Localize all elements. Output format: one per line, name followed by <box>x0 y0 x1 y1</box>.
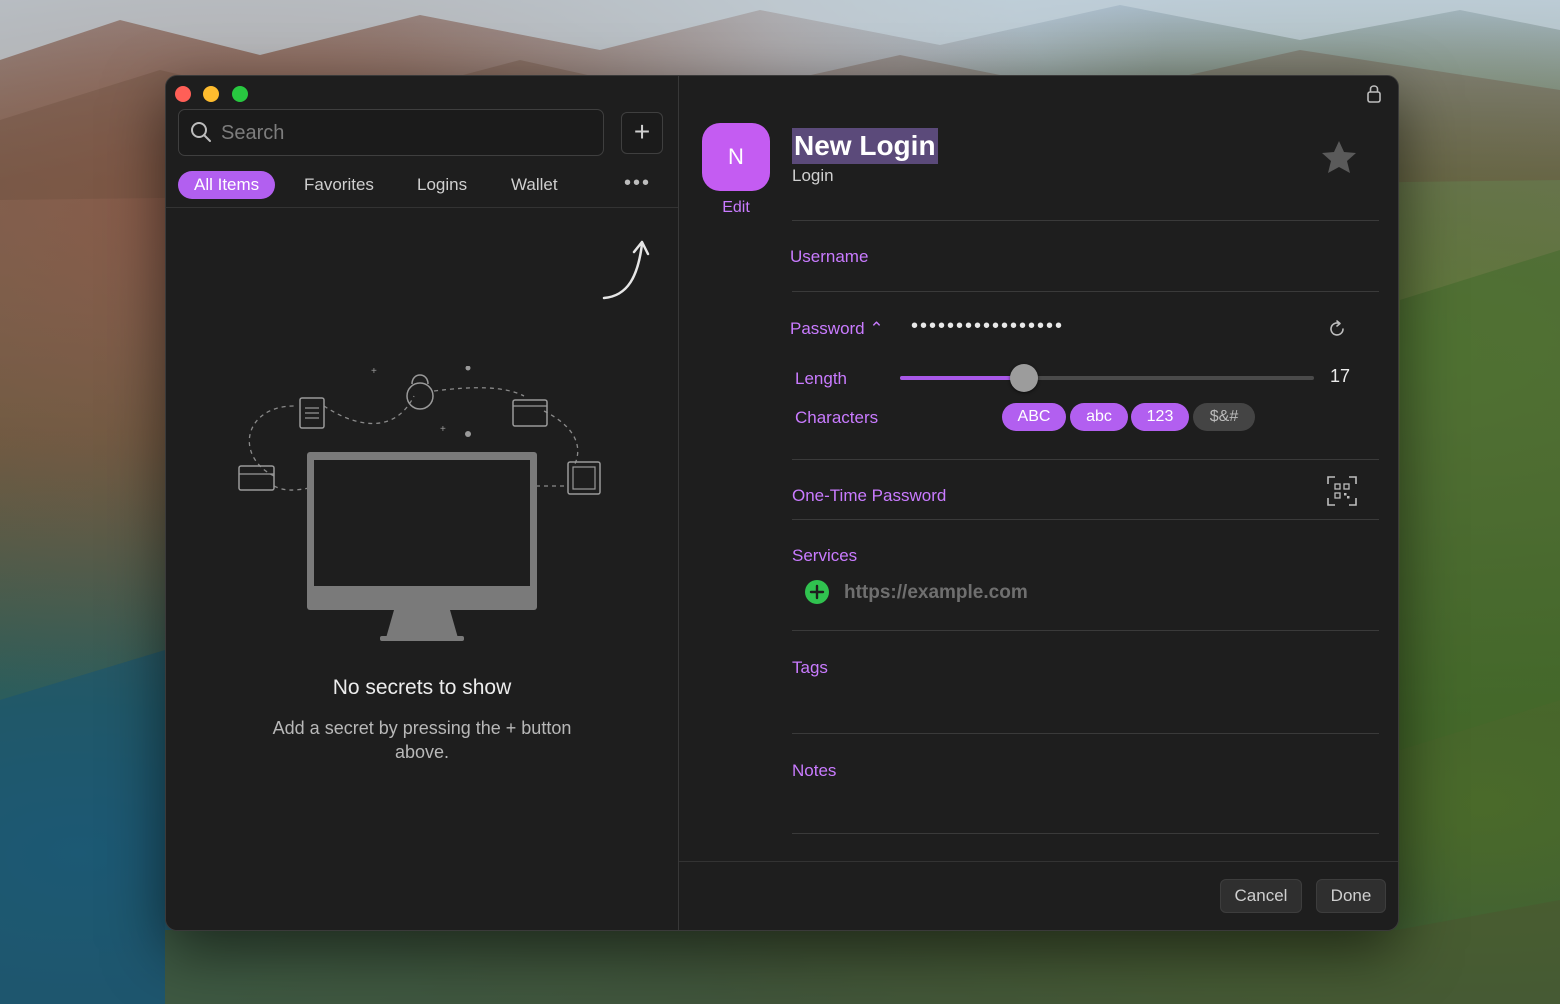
tab-favorites[interactable]: Favorites <box>304 171 374 199</box>
notes-field-label[interactable]: Notes <box>792 761 836 781</box>
charset-symbols-toggle[interactable]: $&# <box>1193 403 1255 431</box>
password-type-selector[interactable]: Password ⌃ <box>790 319 884 339</box>
divider <box>792 733 1379 734</box>
close-window-button[interactable] <box>175 86 191 102</box>
charset-digits-toggle[interactable]: 123 <box>1131 403 1189 431</box>
minimize-window-button[interactable] <box>203 86 219 102</box>
empty-state-subtitle: Add a secret by pressing the + button ab… <box>272 718 572 762</box>
services-field-label: Services <box>792 546 858 565</box>
divider <box>792 459 1379 460</box>
password-value[interactable]: ••••••••••••••••• <box>911 315 1064 338</box>
divider <box>166 207 678 208</box>
lock-icon[interactable] <box>1366 84 1382 104</box>
length-value: 17 <box>1330 366 1351 386</box>
tab-logins[interactable]: Logins <box>417 171 467 199</box>
item-editor: N Edit New Login Login Username Password… <box>679 76 1398 930</box>
sidebar: + All Items Favorites Logins Wallet ••• <box>166 76 679 930</box>
item-title-input[interactable]: New Login <box>792 128 938 164</box>
characters-label: Characters <box>795 408 879 427</box>
svg-text:+: + <box>371 366 377 377</box>
length-slider-thumb[interactable] <box>1010 364 1038 392</box>
search-box[interactable] <box>178 109 604 157</box>
search-input[interactable] <box>219 110 593 157</box>
item-avatar[interactable]: N <box>702 123 770 191</box>
divider <box>792 519 1379 520</box>
charset-lowercase-toggle[interactable]: abc <box>1070 403 1128 431</box>
divider <box>792 630 1379 631</box>
arrow-pointing-to-add-icon <box>602 240 650 300</box>
favorite-star-icon[interactable] <box>1320 139 1358 175</box>
empty-state-illustration: + + <box>238 366 601 641</box>
length-slider[interactable] <box>900 364 1314 392</box>
scan-qr-code-icon[interactable] <box>1327 476 1357 506</box>
item-type-label: Login <box>792 166 834 185</box>
edit-avatar-link[interactable]: Edit <box>713 199 759 217</box>
divider <box>792 833 1379 834</box>
tags-field-label[interactable]: Tags <box>792 658 828 678</box>
length-slider-fill <box>900 376 1024 380</box>
cancel-button[interactable]: Cancel <box>1220 879 1302 913</box>
username-field-label[interactable]: Username <box>790 247 868 267</box>
tab-wallet[interactable]: Wallet <box>511 171 558 199</box>
footer-divider <box>679 861 1398 862</box>
svg-text:+: + <box>440 424 446 435</box>
length-label: Length <box>795 369 847 388</box>
empty-state-title: No secrets to show <box>332 676 512 699</box>
regenerate-password-icon[interactable] <box>1327 319 1347 339</box>
charset-uppercase-toggle[interactable]: ABC <box>1002 403 1066 431</box>
zoom-window-button[interactable] <box>232 86 248 102</box>
add-item-button[interactable]: + <box>621 112 663 154</box>
done-button[interactable]: Done <box>1316 879 1386 913</box>
otp-field-label[interactable]: One-Time Password <box>792 486 946 506</box>
more-options-button[interactable]: ••• <box>624 172 651 195</box>
search-icon <box>191 122 211 142</box>
service-url-input[interactable]: https://example.com <box>844 582 1028 604</box>
tab-all-items[interactable]: All Items <box>178 171 276 199</box>
app-window: + All Items Favorites Logins Wallet ••• <box>165 75 1399 931</box>
divider <box>792 291 1379 292</box>
add-service-icon[interactable] <box>805 580 829 604</box>
divider <box>792 220 1379 221</box>
